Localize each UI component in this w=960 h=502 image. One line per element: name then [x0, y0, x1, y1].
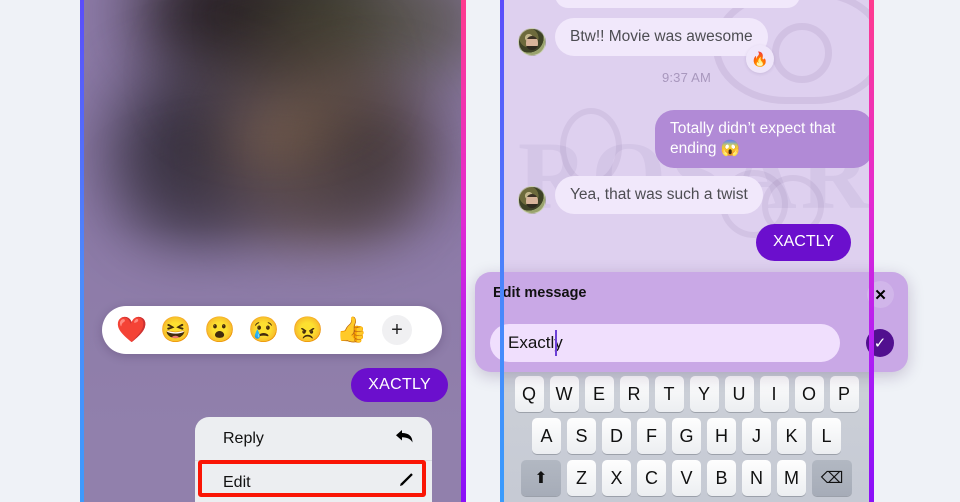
avatar — [518, 186, 546, 215]
pencil-icon — [397, 472, 414, 494]
edit-message-dialog: Edit message ✕ ✓ — [475, 272, 908, 372]
key-o[interactable]: O — [794, 376, 824, 412]
right-phone-right-edge — [869, 0, 874, 502]
screenshot-root: ❤️ 😆 😮 😢 😠 👍 + XACTLY Reply Edit Btw!! M… — [0, 0, 960, 502]
text-cursor — [555, 330, 557, 356]
left-phone-screen: ❤️ 😆 😮 😢 😠 👍 + XACTLY Reply Edit — [80, 0, 465, 502]
keyboard-row-3: ⬆ Z X C V B N M ⌫ — [504, 454, 869, 496]
on-screen-keyboard[interactable]: Q W E R T Y U I O P A S D F G H J K L ⬆ … — [504, 370, 869, 502]
reaction-laugh-icon[interactable]: 😆 — [154, 317, 198, 343]
key-x[interactable]: X — [602, 460, 631, 496]
key-z[interactable]: Z — [567, 460, 596, 496]
key-b[interactable]: B — [707, 460, 736, 496]
key-f[interactable]: F — [637, 418, 666, 454]
key-w[interactable]: W — [549, 376, 579, 412]
reaction-surprised-icon[interactable]: 😮 — [198, 317, 242, 343]
message-context-menu: Reply Edit — [195, 417, 432, 502]
key-g[interactable]: G — [672, 418, 701, 454]
edit-message-input[interactable] — [490, 324, 840, 362]
shift-key[interactable]: ⬆ — [521, 460, 561, 496]
context-menu-reply-label: Reply — [223, 429, 264, 447]
context-menu-edit-label: Edit — [223, 473, 251, 491]
background-ring-watermark-1 — [560, 108, 622, 186]
key-c[interactable]: C — [637, 460, 666, 496]
emoji-reaction-bar[interactable]: ❤️ 😆 😮 😢 😠 👍 + — [102, 306, 442, 354]
key-p[interactable]: P — [829, 376, 859, 412]
message-bubble-incoming[interactable]: Yea, that was such a twist — [555, 176, 763, 215]
edit-dialog-title: Edit message — [493, 285, 587, 301]
left-phone-left-edge — [80, 0, 84, 502]
message-bubble-outgoing[interactable]: Totally didn’t expect that ending 😱 — [655, 110, 873, 169]
reaction-angry-icon[interactable]: 😠 — [286, 317, 330, 343]
add-reaction-button[interactable]: + — [382, 315, 412, 345]
key-q[interactable]: Q — [514, 376, 544, 412]
left-phone-right-edge — [461, 0, 466, 502]
context-menu-item-edit[interactable]: Edit — [195, 460, 432, 502]
keyboard-row-1: Q W E R T Y U I O P — [504, 370, 869, 412]
message-row-incoming-1: Btw!! Movie was awesome — [518, 18, 768, 57]
reaction-thumbsup-icon[interactable]: 👍 — [330, 317, 374, 343]
avatar — [518, 28, 546, 57]
context-menu-item-reply[interactable]: Reply — [195, 417, 432, 460]
fire-reaction-icon[interactable]: 🔥 — [746, 45, 774, 73]
reply-arrow-icon — [395, 429, 414, 449]
backspace-key[interactable]: ⌫ — [812, 460, 852, 496]
message-row-incoming-2: Yea, that was such a twist — [518, 176, 763, 215]
key-h[interactable]: H — [707, 418, 736, 454]
message-row-outgoing-1: Totally didn’t expect that ending 😱 — [655, 110, 873, 169]
key-m[interactable]: M — [777, 460, 806, 496]
key-d[interactable]: D — [602, 418, 631, 454]
partial-message-bubble — [555, 0, 800, 8]
keyboard-row-2: A S D F G H J K L — [504, 412, 869, 454]
key-e[interactable]: E — [584, 376, 614, 412]
key-a[interactable]: A — [532, 418, 561, 454]
left-outgoing-message-bubble[interactable]: XACTLY — [351, 368, 448, 402]
key-l[interactable]: L — [812, 418, 841, 454]
key-t[interactable]: T — [654, 376, 684, 412]
right-phone-left-edge — [500, 0, 504, 502]
message-bubble-incoming[interactable]: Btw!! Movie was awesome — [555, 18, 768, 57]
reaction-heart-icon[interactable]: ❤️ — [110, 317, 154, 343]
key-r[interactable]: R — [619, 376, 649, 412]
key-u[interactable]: U — [724, 376, 754, 412]
key-k[interactable]: K — [777, 418, 806, 454]
key-i[interactable]: I — [759, 376, 789, 412]
message-bubble-outgoing-selected[interactable]: XACTLY — [755, 224, 851, 261]
key-j[interactable]: J — [742, 418, 771, 454]
message-timestamp: 9:37 AM — [661, 70, 712, 85]
key-v[interactable]: V — [672, 460, 701, 496]
key-s[interactable]: S — [567, 418, 596, 454]
message-row-outgoing-2: XACTLY — [755, 224, 851, 261]
key-n[interactable]: N — [742, 460, 771, 496]
key-y[interactable]: Y — [689, 376, 719, 412]
reaction-sad-icon[interactable]: 😢 — [242, 317, 286, 343]
